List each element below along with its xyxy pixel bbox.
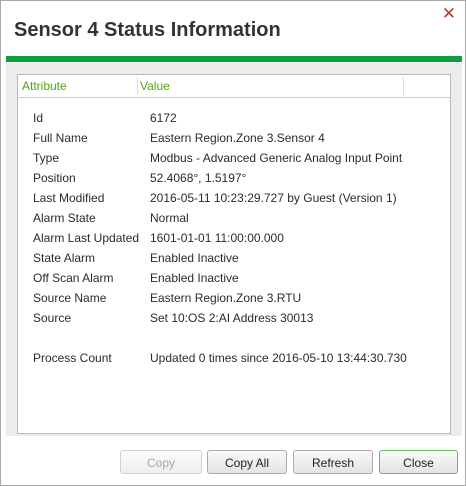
attribute-cell: Type [33,151,60,165]
refresh-button[interactable]: Refresh [293,450,373,474]
attribute-cell: Last Modified [33,191,105,205]
attribute-cell: Alarm State [33,211,96,225]
copy-all-button[interactable]: Copy All [207,450,287,474]
value-cell: Eastern Region.Zone 3.Sensor 4 [150,131,325,145]
grid-header: Attribute Value [18,75,450,98]
value-cell: Enabled Inactive [150,251,239,265]
table-row[interactable]: Full Name Eastern Region.Zone 3.Sensor 4 [18,129,450,149]
value-cell: Normal [150,211,189,225]
status-dialog: Sensor 4 Status Information ✕ Attribute … [0,0,466,486]
value-cell: 52.4068°, 1.5197° [150,171,247,185]
attribute-cell: Source [33,311,72,325]
value-cell: Enabled Inactive [150,271,239,285]
table-row[interactable]: Source Set 10:OS 2:AI Address 30013 [18,309,450,329]
table-row[interactable]: Off Scan Alarm Enabled Inactive [18,269,450,289]
attribute-cell: Id [33,111,44,125]
column-header-attribute[interactable]: Attribute [22,79,67,93]
table-row[interactable]: Id 6172 [18,109,450,129]
close-icon[interactable]: ✕ [442,5,456,22]
value-cell: Set 10:OS 2:AI Address 30013 [150,311,314,325]
value-cell: Updated 0 times since 2016-05-10 13:44:3… [150,351,407,365]
attribute-cell: Source Name [33,291,107,305]
table-row[interactable]: Last Modified 2016-05-11 10:23:29.727 by … [18,189,450,209]
attribute-cell: Position [33,171,76,185]
value-cell: 2016-05-11 10:23:29.727 by Guest (Versio… [150,191,397,205]
table-row[interactable]: Source Name Eastern Region.Zone 3.RTU [18,289,450,309]
attribute-cell: Off Scan Alarm [33,271,114,285]
table-row[interactable]: State Alarm Enabled Inactive [18,249,450,269]
dialog-title: Sensor 4 Status Information [14,19,281,41]
table-row[interactable]: Alarm Last Updated 1601-01-01 11:00:00.00… [18,229,450,249]
attribute-cell: State Alarm [33,251,96,265]
close-button[interactable]: Close [379,450,458,474]
attribute-cell: Process Count [33,351,112,365]
table-row[interactable]: Alarm State Normal [18,209,450,229]
column-header-value[interactable]: Value [140,79,170,93]
table-row[interactable]: Type Modbus - Advanced Generic Analog Inp… [18,149,450,169]
value-cell: 6172 [150,111,177,125]
copy-button[interactable]: Copy [120,450,202,474]
accent-bar [6,56,462,62]
table-row[interactable]: Position 52.4068°, 1.5197° [18,169,450,189]
value-cell: Modbus - Advanced Generic Analog Input P… [150,151,403,165]
value-cell: 1601-01-01 11:00:00.000 [150,231,284,245]
value-cell: Eastern Region.Zone 3.RTU [150,291,302,305]
grid-rows: Id 6172 Full Name Eastern Region.Zone 3.Se… [18,109,450,369]
attribute-cell: Full Name [33,131,88,145]
attribute-cell: Alarm Last Updated [33,231,140,245]
column-divider[interactable] [137,77,138,95]
table-row[interactable]: Process Count Updated 0 times since 2016-… [18,349,450,369]
attribute-grid[interactable]: Attribute Value Id 6172 Full Name Eastern … [17,74,451,434]
column-divider[interactable] [403,77,404,95]
